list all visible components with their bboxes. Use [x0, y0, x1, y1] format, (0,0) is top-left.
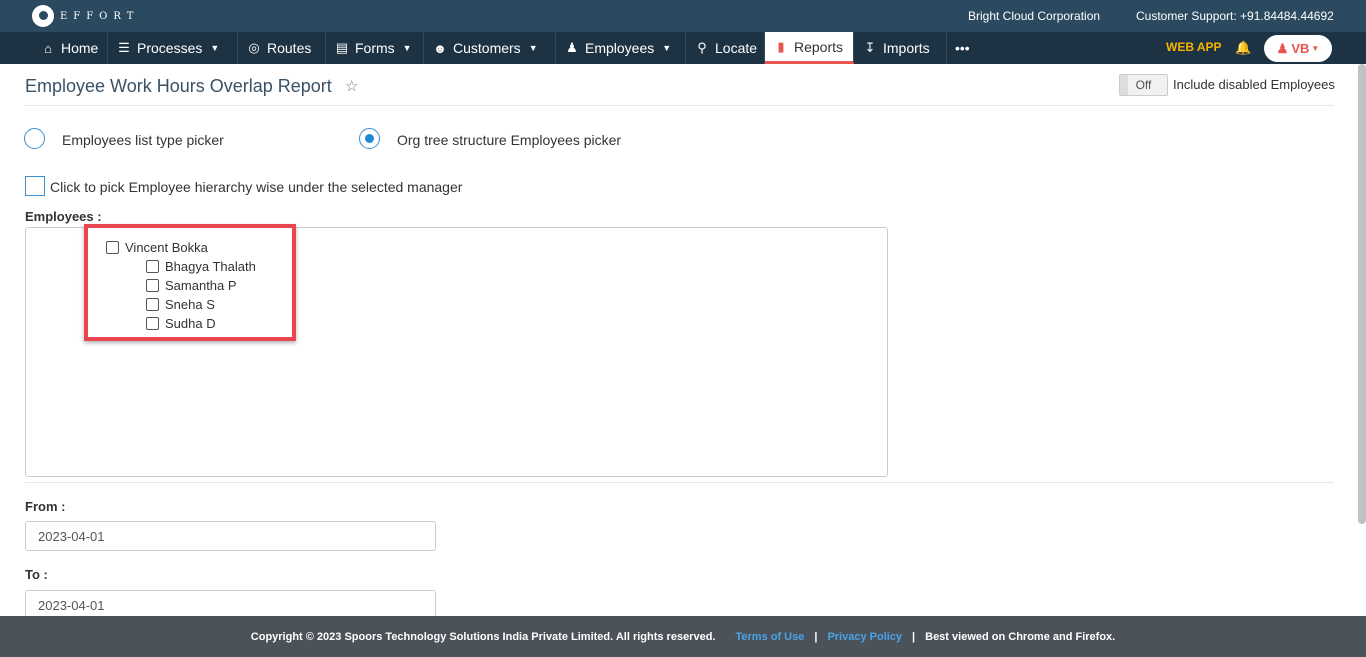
nav-employees[interactable]: ♟ Employees ▼	[556, 32, 686, 64]
tree-picker-radio[interactable]	[359, 128, 380, 149]
nav-home[interactable]: ⌂ Home	[32, 32, 108, 64]
chevron-down-icon: ▼	[1311, 44, 1320, 53]
hierarchy-checkbox-label: Click to pick Employee hierarchy wise un…	[50, 179, 463, 195]
terms-link[interactable]: Terms of Use	[735, 631, 804, 643]
more-icon: •••	[955, 40, 970, 56]
divider	[25, 105, 1334, 106]
locate-icon: ⚲	[697, 40, 707, 55]
tree-picker-label: Org tree structure Employees picker	[397, 132, 622, 148]
include-disabled-toggle[interactable]: Off	[1119, 74, 1168, 96]
nav-employees-label: Employees	[585, 40, 655, 56]
nav-locate[interactable]: ⚲ Locate	[686, 32, 765, 64]
nav-imports[interactable]: ↧ Imports	[854, 32, 947, 64]
nav-processes-label: Processes	[137, 40, 203, 56]
nav-more[interactable]: •••	[947, 32, 995, 64]
list-picker-label: Employees list type picker	[62, 132, 224, 148]
forms-icon: ▤	[335, 40, 349, 55]
chevron-down-icon: ▼	[528, 43, 538, 53]
nav-customers[interactable]: ☻ Customers ▼	[424, 32, 556, 64]
logo-text: EFFORT	[60, 10, 140, 22]
list-picker-radio[interactable]	[24, 128, 45, 149]
footer: Copyright © 2023 Spoors Technology Solut…	[0, 616, 1366, 657]
chevron-down-icon: ▼	[210, 43, 220, 53]
nav-reports-label: Reports	[794, 38, 844, 55]
imports-icon: ↧	[864, 40, 876, 55]
user-icon: ♟	[1276, 40, 1289, 56]
nav-routes-label: Routes	[267, 40, 312, 56]
customer-support: Customer Support: +91.84484.44692	[1136, 9, 1334, 23]
page-scrollbar[interactable]	[1358, 64, 1366, 524]
page-title: Employee Work Hours Overlap Report	[25, 76, 332, 96]
bell-icon[interactable]: 🔔	[1235, 40, 1251, 56]
nav-customers-label: Customers	[453, 40, 521, 56]
include-disabled-label: Include disabled Employees	[1173, 77, 1335, 92]
web-app-link[interactable]: WEB APP	[1166, 40, 1222, 54]
routes-icon: ◎	[248, 40, 260, 55]
nav-routes[interactable]: ◎ Routes	[238, 32, 326, 64]
annotation-highlight-box	[84, 224, 296, 341]
employees-icon: ♟	[566, 40, 578, 55]
divider	[25, 482, 1334, 483]
nav-forms[interactable]: ▤ Forms ▼	[326, 32, 424, 64]
user-initials: VB	[1291, 41, 1310, 56]
to-label: To :	[25, 567, 48, 582]
company-name: Bright Cloud Corporation	[968, 9, 1101, 23]
nav-reports[interactable]: ▮ Reports	[765, 32, 854, 64]
nav-locate-label: Locate	[715, 40, 758, 56]
employees-label: Employees :	[25, 209, 102, 224]
home-icon: ⌂	[44, 40, 52, 56]
from-label: From :	[25, 499, 66, 514]
nav-home-label: Home	[61, 40, 99, 56]
star-icon[interactable]: ☆	[345, 77, 358, 95]
processes-icon: ☰	[118, 40, 130, 55]
privacy-link[interactable]: Privacy Policy	[827, 631, 902, 643]
chevron-down-icon: ▼	[662, 43, 672, 53]
from-date-input[interactable]: 2023-04-01	[25, 521, 436, 551]
nav-forms-label: Forms	[355, 40, 395, 56]
separator: |	[814, 630, 818, 643]
separator: |	[912, 630, 916, 643]
nav-imports-label: Imports	[883, 40, 930, 56]
logo-mark-icon	[32, 5, 54, 27]
hierarchy-checkbox[interactable]	[25, 176, 45, 196]
user-menu-button[interactable]: ♟ VB ▼	[1264, 35, 1332, 62]
customers-icon: ☻	[433, 40, 447, 56]
best-viewed-text: Best viewed on Chrome and Firefox.	[925, 630, 1116, 643]
chevron-down-icon: ▼	[402, 43, 412, 53]
main-nav: ⌂ Home ☰ Processes ▼ ◎ Routes ▤ Forms ▼ …	[0, 32, 1366, 64]
nav-processes[interactable]: ☰ Processes ▼	[108, 32, 238, 64]
reports-icon: ▮	[777, 38, 785, 54]
copyright-text: Copyright © 2023 Spoors Technology Solut…	[250, 630, 716, 643]
effort-logo[interactable]: EFFORT	[32, 5, 139, 27]
